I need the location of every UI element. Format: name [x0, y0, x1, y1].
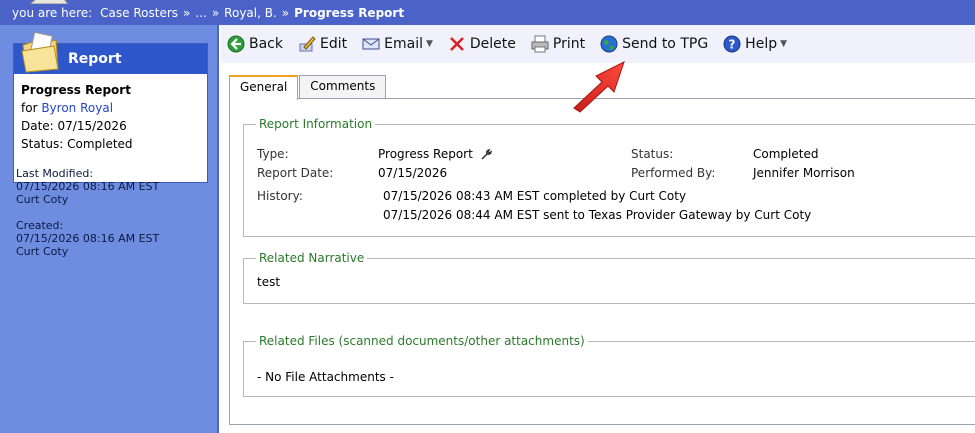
app-logo-icon [30, 0, 69, 4]
narrative-text: test [257, 275, 281, 289]
status-value: Completed [753, 147, 819, 161]
help-label: Help [745, 36, 778, 52]
performed-by-label: Performed By: [631, 166, 716, 180]
status-label: Status: [631, 147, 674, 161]
folder-document-icon [21, 31, 59, 73]
related-files-group: Related Files (scanned documents/other a… [243, 334, 975, 397]
delete-label: Delete [469, 36, 516, 52]
wrench-icon[interactable] [480, 148, 492, 161]
related-narrative-group: Related Narrative [243, 251, 975, 304]
send-to-tpg-label: Send to TPG [622, 36, 709, 52]
breadcrumb-ellipsis[interactable]: ... [195, 6, 206, 20]
breadcrumb-separator: » [211, 5, 220, 20]
print-icon [531, 35, 549, 53]
created-block: Created: 07/15/2026 08:16 AM EST Curt Co… [16, 219, 159, 258]
client-link[interactable]: Byron Royal [41, 101, 113, 115]
svg-text:?: ? [729, 38, 736, 52]
delete-button[interactable]: Delete [448, 35, 516, 53]
created-label: Created: [16, 219, 64, 232]
email-dropdown-icon[interactable]: ▼ [426, 39, 433, 49]
print-button[interactable]: Print [531, 35, 585, 53]
back-label: Back [249, 36, 283, 52]
tab-general[interactable]: General [229, 75, 299, 100]
last-modified-block: Last Modified: 07/15/2026 08:16 AM EST C… [16, 167, 159, 206]
print-label: Print [552, 36, 586, 52]
delete-icon [449, 37, 464, 51]
last-modified-label: Last Modified: [16, 167, 94, 180]
back-button[interactable]: Back [227, 35, 283, 53]
type-value: Progress Report [378, 147, 492, 161]
help-button[interactable]: ? Help ▼ [723, 35, 787, 53]
breadcrumb-case-rosters[interactable]: Case Rosters [100, 6, 178, 20]
related-files-legend: Related Files (scanned documents/other a… [259, 334, 585, 348]
report-date-value: 07/15/2026 [378, 166, 448, 180]
report-date-line: Date: 07/15/2026 [21, 119, 127, 133]
sidebar: Report Progress Report for Byron Royal D… [0, 25, 219, 433]
history-entry: 07/15/2026 08:44 AM EST sent to Texas Pr… [383, 208, 812, 222]
report-date-label: Report Date: [257, 166, 334, 180]
edit-icon [299, 36, 316, 52]
help-icon: ? [723, 35, 741, 53]
report-name: Progress Report [21, 83, 131, 97]
tab-strip: General Comments [229, 75, 387, 100]
main-content: General Comments Report Information Type… [221, 63, 975, 433]
edit-button[interactable]: Edit [298, 35, 347, 53]
breadcrumb-prefix: you are here: [12, 5, 93, 20]
report-card-body: Progress Report for Byron Royal Date: 07… [21, 81, 133, 153]
edit-label: Edit [320, 36, 348, 52]
breadcrumb-client[interactable]: Royal, B. [224, 6, 277, 20]
created-date: 07/15/2026 08:16 AM EST [16, 232, 160, 245]
last-modified-date: 07/15/2026 08:16 AM EST [16, 180, 160, 193]
no-attachments-text: - No File Attachments - [257, 370, 394, 384]
red-arrow-icon [573, 61, 625, 113]
breadcrumb: you are here: Case Rosters » ... » Royal… [0, 0, 975, 25]
for-label: for [21, 101, 38, 115]
report-card: Report Progress Report for Byron Royal D… [13, 31, 208, 183]
history-entry: 07/15/2026 08:43 AM EST completed by Cur… [383, 189, 687, 203]
tab-comments[interactable]: Comments [299, 75, 387, 99]
last-modified-by: Curt Coty [16, 193, 69, 206]
globe-icon [600, 35, 618, 53]
type-value-text: Progress Report [378, 147, 473, 161]
breadcrumb-current: Progress Report [294, 5, 405, 20]
email-icon [362, 38, 380, 50]
help-dropdown-icon[interactable]: ▼ [780, 39, 787, 49]
performed-by-value: Jennifer Morrison [753, 166, 855, 180]
send-to-tpg-button[interactable]: Send to TPG [600, 35, 708, 53]
related-narrative-legend: Related Narrative [259, 251, 365, 265]
report-for-line: for Byron Royal [21, 99, 133, 117]
email-label: Email [384, 36, 423, 52]
back-icon [227, 35, 245, 53]
report-information-legend: Report Information [259, 117, 373, 131]
email-button[interactable]: Email ▼ [362, 35, 433, 53]
history-label: History: [257, 189, 303, 203]
created-by: Curt Coty [16, 245, 69, 258]
type-label: Type: [257, 147, 289, 161]
breadcrumb-separator: » [183, 5, 191, 20]
breadcrumb-separator: » [281, 5, 290, 20]
report-status-line: Status: Completed [21, 137, 133, 151]
report-card-title: Report [68, 51, 122, 67]
